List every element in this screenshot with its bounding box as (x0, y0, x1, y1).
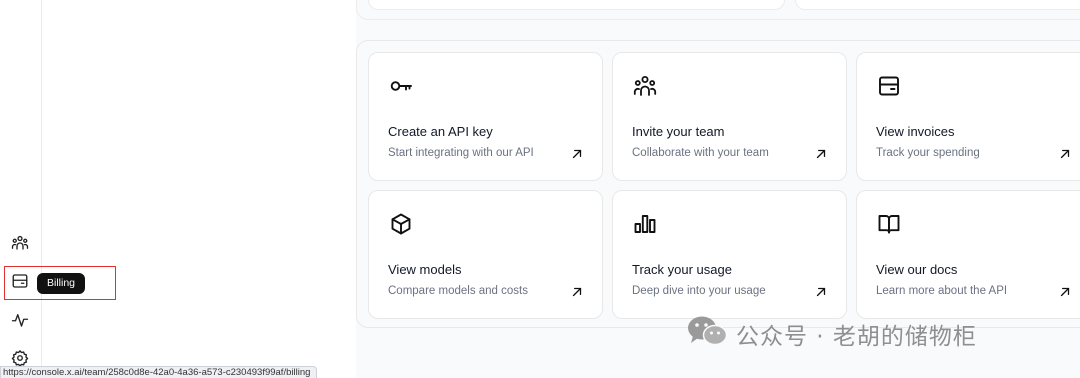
card-title: View invoices (876, 124, 955, 139)
card-view-docs[interactable]: View our docs Learn more about the API (856, 190, 1080, 319)
card-subtitle: Deep dive into your usage (632, 285, 766, 297)
card-subtitle: Start integrating with our API (388, 147, 534, 159)
status-bar-url: https://console.x.ai/team/258c0d8e-42a0-… (0, 366, 318, 378)
card-title: Create an API key (388, 124, 493, 139)
invoice-icon (876, 73, 902, 99)
card-title: View our docs (876, 262, 958, 277)
card-view-models[interactable]: View models Compare models and costs (368, 190, 603, 319)
arrow-up-right-icon (814, 147, 828, 161)
arrow-up-right-icon (570, 147, 584, 161)
card-title: Track your usage (632, 262, 732, 277)
sidebar (0, 0, 42, 378)
sidebar-item-activity[interactable] (5, 308, 34, 337)
card-title: Invite your team (632, 124, 725, 139)
activity-icon (11, 311, 29, 334)
card-track-usage[interactable]: Track your usage Deep dive into your usa… (612, 190, 847, 319)
wechat-icon (686, 314, 728, 354)
quick-actions-panel: Create an API key Start integrating with… (356, 40, 1080, 328)
card-subtitle: Learn more about the API (876, 285, 1008, 297)
card-subtitle: Track your spending (876, 147, 980, 159)
sidebar-item-team[interactable] (5, 231, 34, 260)
arrow-up-right-icon (570, 285, 584, 299)
card-subtitle: Compare models and costs (388, 285, 528, 297)
top-card-left (368, 0, 785, 10)
key-icon (388, 73, 414, 99)
team-icon (632, 73, 658, 99)
card-view-invoices[interactable]: View invoices Track your spending (856, 52, 1080, 181)
billing-tooltip: Billing (37, 273, 86, 294)
card-title: View models (388, 262, 462, 277)
card-create-api-key[interactable]: Create an API key Start integrating with… (368, 52, 603, 181)
arrow-up-right-icon (1058, 285, 1072, 299)
watermark-text: 公众号 · 老胡的储物柜 (736, 324, 977, 350)
watermark: 公众号 · 老胡的储物柜 (686, 316, 977, 352)
top-card-right (795, 0, 1080, 10)
card-subtitle: Collaborate with your team (632, 147, 769, 159)
team-icon (11, 234, 29, 257)
arrow-up-right-icon (814, 285, 828, 299)
card-invite-team[interactable]: Invite your team Collaborate with your t… (612, 52, 847, 181)
arrow-up-right-icon (1058, 147, 1072, 161)
book-icon (876, 211, 902, 237)
cube-icon (388, 211, 414, 237)
bar-chart-icon (632, 211, 658, 237)
